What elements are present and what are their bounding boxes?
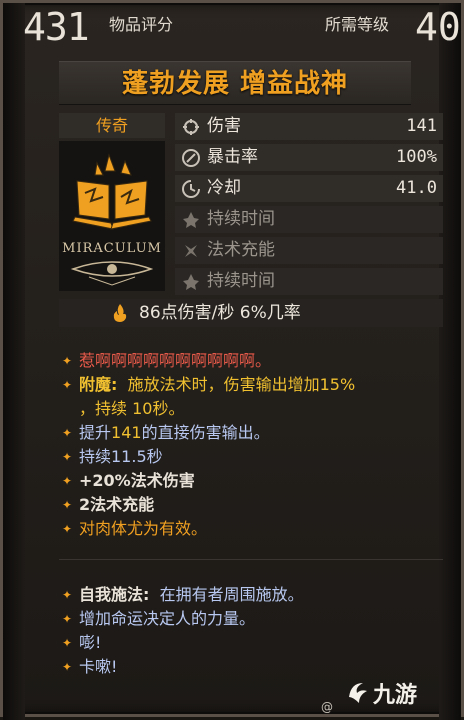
duration-icon [183, 274, 199, 290]
duration-icon [183, 212, 199, 228]
frame-edge-left [3, 3, 25, 720]
bullet-star-icon: ✦ [61, 660, 73, 674]
stat-name: 暴击率 [207, 147, 258, 167]
stat-name: 法术充能 [207, 240, 275, 260]
watermark-text: 九游 [373, 682, 418, 707]
stat-name: 持续时间 [207, 209, 275, 229]
stat-row-duration-2: 持续时间 [175, 268, 443, 295]
eye-emblem-icon [70, 261, 154, 286]
fire-icon [113, 304, 127, 322]
stat-row-charges: 法术充能 [175, 237, 443, 264]
item-name: 蓬勃发展 增益战神 [121, 69, 349, 99]
title-bar: 蓬勃发展 增益战神 [59, 61, 411, 105]
enchant-label: 附魔: [79, 375, 118, 394]
stat-name: 冷却 [207, 178, 241, 198]
bullet-star-icon: ✦ [61, 354, 73, 368]
item-header: 431 物品评分 所需等级 40 [9, 5, 461, 49]
dps-text: 86点伤害/秒 6%几率 [139, 303, 301, 323]
bullet-star-icon: ✦ [61, 612, 73, 626]
stat-row-crit: 暴击率 100% [175, 144, 443, 171]
item-score-label: 物品评分 [109, 15, 174, 34]
rarity-box: 传奇 [59, 113, 165, 138]
watermark-logo-icon [349, 683, 367, 703]
bullet-star-icon: ✦ [61, 498, 73, 512]
emblem-text: MIRACULUM [62, 241, 162, 256]
stat-value: 41.0 [396, 178, 437, 198]
stat-value: 100% [396, 147, 437, 167]
section-divider [59, 559, 443, 560]
item-icon-panel: MIRACULUM [59, 141, 165, 291]
stat-row-duration: 持续时间 [175, 206, 443, 233]
required-level: 40 [415, 5, 461, 49]
bullet-star-icon: ✦ [61, 378, 73, 392]
bullet-star-icon: ✦ [61, 474, 73, 488]
aura-box: ✦ 自我施法: 在拥有者周围施放。 ✦ 增加命运决定人的力量。 ✦ 嘭! ✦ 卡… [59, 575, 443, 685]
stat-value: 141 [406, 116, 437, 136]
bullet-star-icon: ✦ [61, 426, 73, 440]
item-score: 431 [23, 5, 90, 49]
damage-icon [183, 119, 199, 135]
dps-row: 86点伤害/秒 6%几率 [59, 299, 443, 327]
bullet-star-icon: ✦ [61, 450, 73, 464]
stat-row-cooldown: 冷却 41.0 [175, 175, 443, 202]
required-level-label: 所需等级 [325, 15, 390, 34]
charges-icon [185, 245, 197, 257]
bullet-star-icon: ✦ [61, 636, 73, 650]
stat-row-damage: 伤害 141 [175, 113, 443, 140]
item-rarity: 传奇 [95, 116, 128, 135]
stat-name: 持续时间 [207, 271, 275, 291]
item-tooltip: 431 物品评分 所需等级 40 蓬勃发展 增益战神 传奇 MIRACULUM … [0, 0, 464, 720]
cooldown-icon [182, 180, 200, 198]
stat-name: 伤害 [207, 116, 241, 136]
bullet-star-icon: ✦ [61, 522, 73, 536]
description-box: ✦ 惹啊啊啊啊啊啊啊啊啊啊。 ✦ 附魔: 施放法术时，伤害输出增加15% ，持续… [59, 341, 443, 551]
watermark-small: @ [321, 700, 333, 714]
crit-icon [182, 149, 200, 167]
self-cast-label: 自我施法: [79, 585, 150, 604]
bullet-star-icon: ✦ [61, 588, 73, 602]
